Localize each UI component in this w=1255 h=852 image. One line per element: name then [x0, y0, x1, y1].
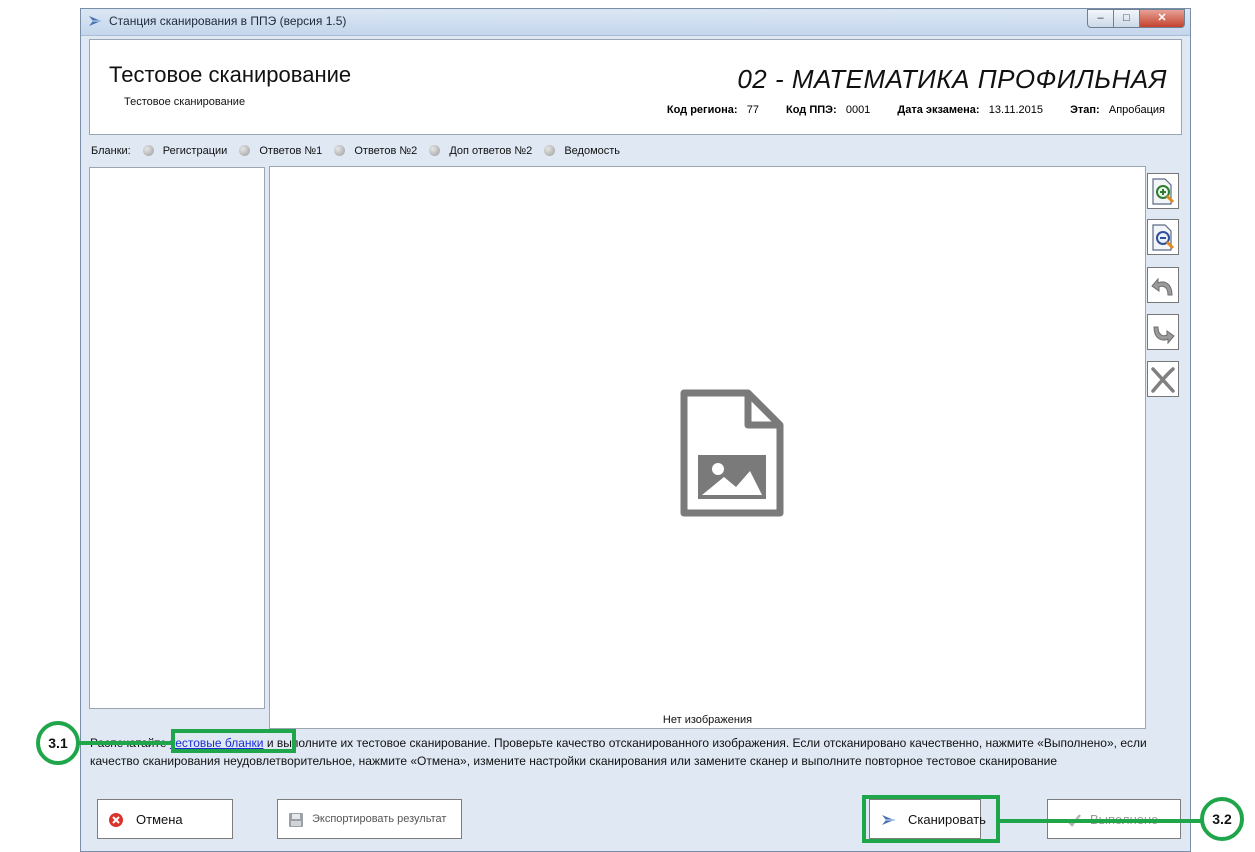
delete-icon [1151, 367, 1175, 393]
rotate-right-icon [1153, 326, 1175, 345]
callout-highlight-link [171, 729, 296, 753]
status-dot-icon [239, 145, 251, 156]
page-title: Тестовое сканирование [109, 62, 352, 87]
ppe-code-label: Код ППЭ: [786, 104, 837, 116]
region-code-label: Код региона: [666, 104, 738, 116]
cancel-button[interactable]: Отмена [97, 799, 233, 839]
app-window: Станция сканирования в ППЭ (версия 1.5) … [80, 8, 1191, 852]
status-dot-icon [544, 145, 556, 156]
ppe-code-value: 0001 [845, 104, 871, 116]
stage-value: Апробация [1108, 104, 1165, 116]
no-image-label: Нет изображения [662, 714, 753, 726]
region-code-value: 77 [746, 104, 759, 116]
cancel-button-label: Отмена [136, 812, 183, 827]
callout-badge: 3.1 [36, 721, 80, 765]
blank-answers-1: Ответов №1 [259, 145, 323, 157]
exam-meta: Код региона: 77 Код ППЭ: 0001 Дата экзам… [667, 104, 1165, 116]
blanks-status-bar: Бланки: Регистрации Ответов №1 Ответов №… [91, 145, 620, 157]
stage-label: Этап: [1070, 104, 1100, 116]
blank-statement: Ведомость [564, 145, 621, 157]
no-image-icon [680, 389, 784, 517]
rotate-left-icon [1151, 277, 1173, 296]
delete-button[interactable] [1147, 361, 1179, 397]
app-icon [89, 16, 101, 26]
status-dot-icon [334, 145, 346, 156]
exam-date-value: 13.11.2015 [988, 104, 1044, 116]
blank-answers-2: Ответов №2 [354, 145, 418, 157]
blank-registration: Регистрации [162, 145, 228, 157]
window-title: Станция сканирования в ППЭ (версия 1.5) [109, 14, 347, 28]
zoom-out-button[interactable] [1147, 219, 1179, 255]
zoom-in-button[interactable] [1147, 173, 1179, 209]
status-dot-icon [142, 145, 154, 156]
thumbnail-list[interactable] [89, 167, 265, 709]
maximize-button[interactable]: □ [1113, 9, 1140, 28]
blanks-label: Бланки: [91, 145, 131, 157]
close-button[interactable]: ✕ [1139, 9, 1185, 28]
blank-extra-answers-2: Доп ответов №2 [449, 145, 533, 157]
callout-highlight-scan [862, 795, 1000, 843]
image-viewer[interactable]: Нет изображения [269, 166, 1146, 729]
callout-connector [998, 819, 1202, 823]
exam-date-label: Дата экзамена: [897, 104, 980, 116]
exam-title: 02 - МАТЕМАТИКА ПРОФИЛЬНАЯ [737, 64, 1167, 94]
title-bar[interactable]: Станция сканирования в ППЭ (версия 1.5) … [81, 9, 1190, 36]
status-dot-icon [429, 145, 441, 156]
save-icon [289, 813, 303, 827]
zoom-in-icon [1152, 178, 1175, 205]
rotate-right-button[interactable] [1147, 314, 1179, 350]
header-panel: Тестовое сканирование Тестовое сканирова… [89, 39, 1182, 135]
cancel-icon [109, 813, 123, 827]
page-subtitle: Тестовое сканирование [124, 96, 246, 108]
rotate-left-button[interactable] [1147, 267, 1179, 303]
export-button-label: Экспортировать результат [312, 813, 447, 825]
zoom-out-icon [1152, 224, 1175, 251]
callout-badge: 3.2 [1200, 797, 1244, 841]
export-result-button[interactable]: Экспортировать результат [277, 799, 462, 839]
minimize-button[interactable]: – [1087, 9, 1114, 28]
